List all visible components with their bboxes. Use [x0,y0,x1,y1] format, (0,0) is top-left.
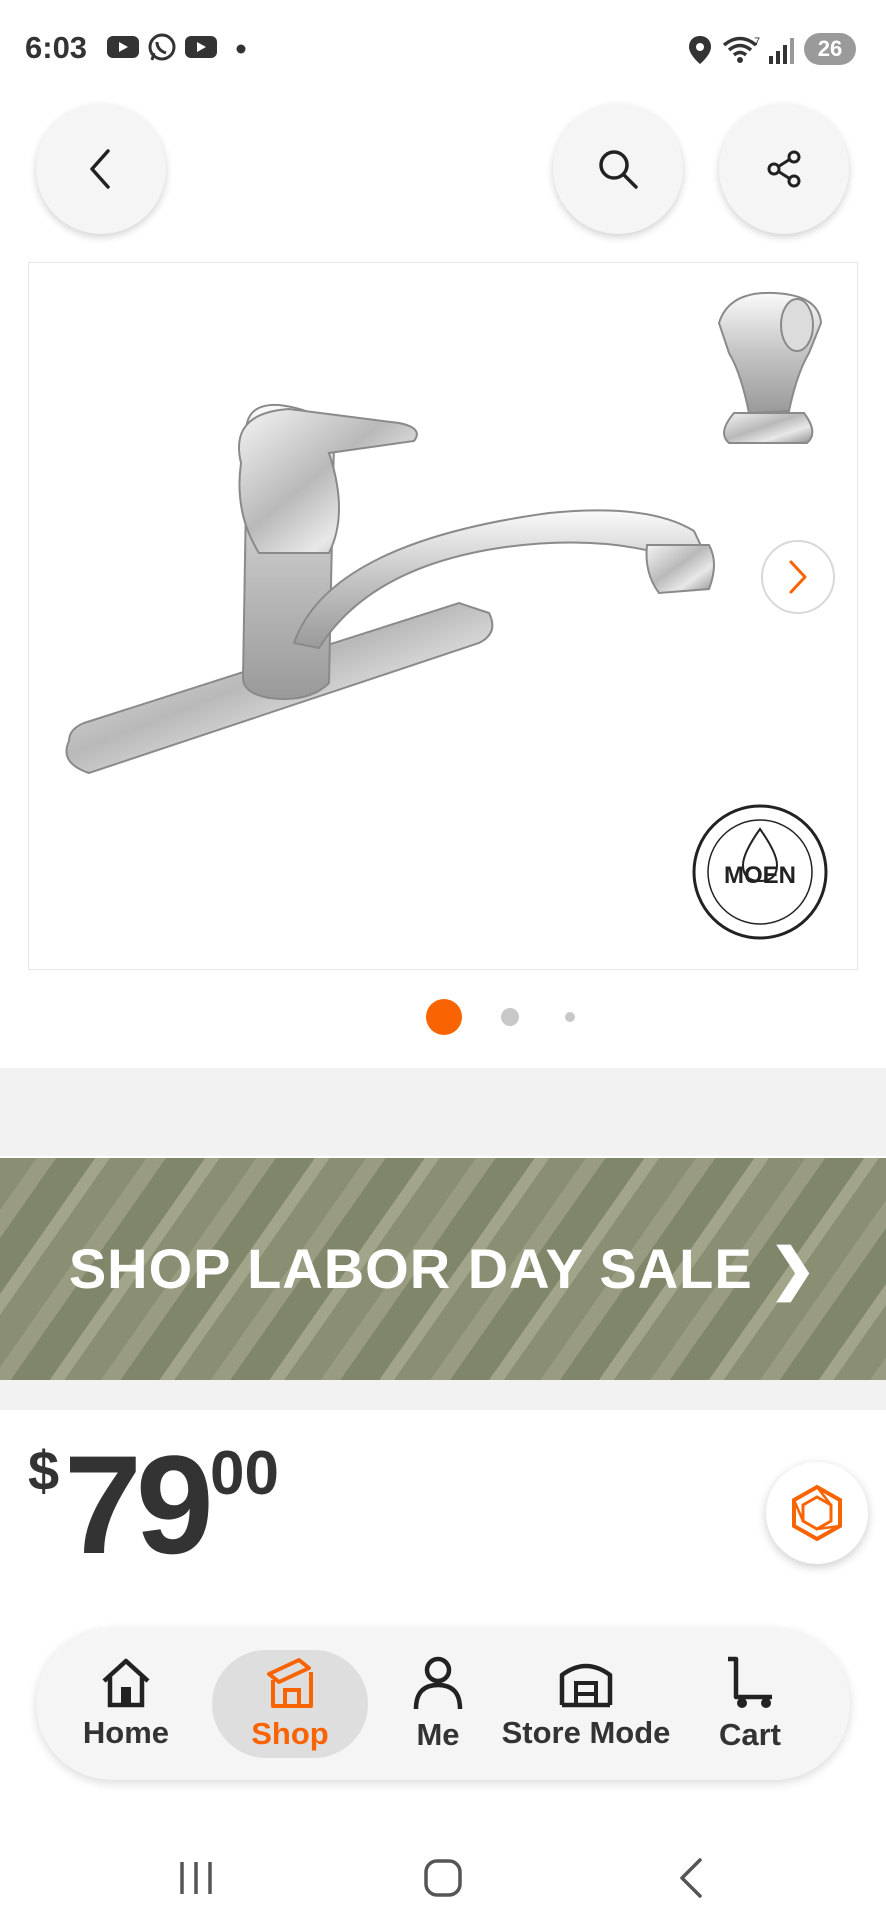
shop-icon [267,1658,313,1708]
nav-cart-label: Cart [718,1717,781,1752]
section-divider [0,1068,886,1156]
battery-icon: 26 [804,33,856,65]
price-cents: 00 [210,1439,279,1508]
search-icon [599,150,638,189]
product-image[interactable]: MOEN [28,262,858,970]
promo-banner[interactable]: SHOP LABOR DAY SALE ❯ [0,1158,886,1380]
signal-icon [769,38,794,64]
cart-icon [728,1656,772,1708]
nav-shop-label: Shop [251,1716,329,1751]
youtube-icon [185,36,217,58]
nav-store-mode-label: Store Mode [501,1715,671,1750]
nav-me[interactable]: Me [388,1628,488,1780]
back-button[interactable] [36,104,166,234]
recent-apps-icon[interactable] [176,1860,216,1896]
nav-shop[interactable]: Shop [212,1628,368,1780]
carousel-next-button[interactable] [761,540,835,614]
wifi-icon: 7 [722,36,760,63]
search-button[interactable] [553,104,683,234]
back-chevron-icon [90,149,110,189]
back-system-icon[interactable] [676,1856,706,1900]
hexagon-logo-icon [792,1484,842,1542]
carousel-dot[interactable] [565,1012,575,1022]
price-whole: 79 [64,1426,214,1583]
youtube-icon [107,36,139,58]
system-navigation-bar [0,1820,886,1920]
whatsapp-icon [148,33,176,61]
section-divider [0,1380,886,1410]
status-time: 6:03 [25,30,88,65]
home-system-icon[interactable] [423,1858,463,1898]
carousel-dot-active[interactable] [426,999,462,1035]
nav-store-mode[interactable]: Store Mode [496,1628,676,1780]
share-button[interactable] [719,104,849,234]
nav-home[interactable]: Home [58,1628,194,1780]
status-bar: 6:03 7 26 [0,0,886,100]
person-icon [413,1656,463,1710]
bottom-nav: Home Shop Me Store Mode Cart [36,1628,850,1780]
nav-home-label: Home [82,1715,170,1750]
nav-me-label: Me [416,1717,460,1752]
store-icon [559,1663,613,1708]
floating-assistant-button[interactable] [766,1462,868,1564]
carousel-dot[interactable] [501,1008,519,1026]
home-icon [102,1658,150,1708]
price-currency: $ [28,1439,60,1502]
notification-dot [236,44,246,54]
moen-certified-logo: MOEN [692,804,828,940]
carousel-indicators [0,995,886,1035]
location-icon [689,36,711,64]
nav-cart[interactable]: Cart [700,1628,800,1780]
svg-text:MOEN: MOEN [724,862,796,889]
promo-text: SHOP LABOR DAY SALE ❯ [68,1237,818,1300]
share-icon [767,150,801,188]
chevron-right-icon [789,560,807,594]
svg-text:7: 7 [754,36,760,48]
